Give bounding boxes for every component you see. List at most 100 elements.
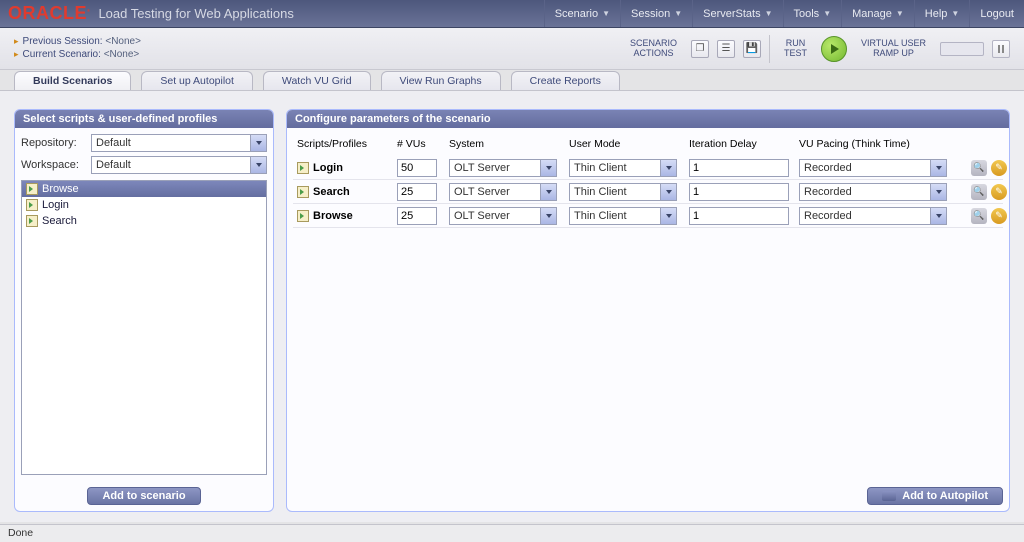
- row-name: Search: [313, 186, 350, 198]
- chevron-down-icon: [930, 208, 946, 224]
- iteration-input[interactable]: [689, 183, 789, 201]
- scripts-panel: Select scripts & user-defined profiles R…: [14, 109, 274, 512]
- tab-build-scenarios[interactable]: Build Scenarios: [14, 71, 131, 90]
- pacing-select[interactable]: Recorded: [799, 183, 947, 201]
- autopilot-icon: [882, 491, 896, 501]
- col-iteration: Iteration Delay: [689, 138, 799, 150]
- session-info: ▸Previous Session: <None> ▸Current Scena…: [14, 36, 141, 62]
- script-item-browse[interactable]: Browse: [22, 181, 266, 197]
- scenario-panel-header: Configure parameters of the scenario: [287, 110, 1009, 128]
- vus-input[interactable]: [397, 183, 437, 201]
- usermode-select[interactable]: Thin Client: [569, 207, 677, 225]
- system-select[interactable]: OLT Server: [449, 207, 557, 225]
- tab-setup-autopilot[interactable]: Set up Autopilot: [141, 71, 253, 90]
- run-test-label: RUNTEST: [778, 39, 813, 59]
- script-icon: [297, 186, 309, 198]
- nav-scenario[interactable]: Scenario▼: [544, 0, 620, 27]
- tab-view-run-graphs[interactable]: View Run Graphs: [381, 71, 501, 90]
- add-to-autopilot-button[interactable]: Add to Autopilot: [867, 487, 1003, 505]
- top-bar: ORACLE® Load Testing for Web Application…: [0, 0, 1024, 28]
- scenario-actions-label: SCENARIOACTIONS: [624, 39, 683, 59]
- previous-session-label: Previous Session:: [23, 36, 103, 47]
- vus-input[interactable]: [397, 159, 437, 177]
- script-list[interactable]: Browse Login Search: [21, 180, 267, 475]
- pause-button[interactable]: [992, 40, 1010, 58]
- chevron-down-icon: [540, 184, 556, 200]
- scripts-panel-header: Select scripts & user-defined profiles: [15, 110, 273, 128]
- nav-tools[interactable]: Tools▼: [783, 0, 842, 27]
- edit-row-icon[interactable]: ✎: [991, 160, 1007, 176]
- chevron-down-icon: [660, 160, 676, 176]
- iteration-input[interactable]: [689, 207, 789, 225]
- status-bar: Done: [0, 524, 1024, 542]
- col-system: System: [449, 138, 569, 150]
- status-text: Done: [8, 527, 33, 539]
- script-icon: [26, 215, 38, 227]
- repository-label: Repository:: [21, 137, 91, 149]
- nav-help[interactable]: Help▼: [914, 0, 970, 27]
- workspace-select[interactable]: Default: [91, 156, 267, 174]
- usermode-select[interactable]: Thin Client: [569, 183, 677, 201]
- iteration-input[interactable]: [689, 159, 789, 177]
- script-icon: [26, 183, 38, 195]
- nav-manage[interactable]: Manage▼: [841, 0, 914, 27]
- row-name: Login: [313, 162, 343, 174]
- repository-select[interactable]: Default: [91, 134, 267, 152]
- chevron-down-icon: [250, 157, 266, 173]
- new-scenario-icon[interactable]: ❐: [691, 40, 709, 58]
- current-scenario-label: Current Scenario:: [23, 49, 101, 60]
- script-icon: [297, 210, 309, 222]
- app-title: Load Testing for Web Applications: [98, 6, 293, 21]
- chevron-down-icon: [930, 160, 946, 176]
- col-usermode: User Mode: [569, 138, 689, 150]
- usermode-select[interactable]: Thin Client: [569, 159, 677, 177]
- caret-icon: ▸: [14, 36, 19, 46]
- view-row-icon[interactable]: 🔍: [971, 184, 987, 200]
- chevron-down-icon: [660, 184, 676, 200]
- vu-rampup-label: VIRTUAL USERRAMP UP: [855, 39, 932, 59]
- content-area: Select scripts & user-defined profiles R…: [0, 90, 1024, 522]
- nav-logout[interactable]: Logout: [969, 0, 1024, 27]
- nav-serverstats[interactable]: ServerStats▼: [692, 0, 782, 27]
- workspace-label: Workspace:: [21, 159, 91, 171]
- edit-row-icon[interactable]: ✎: [991, 208, 1007, 224]
- nav-session[interactable]: Session▼: [620, 0, 692, 27]
- pacing-select[interactable]: Recorded: [799, 159, 947, 177]
- chevron-down-icon: [250, 135, 266, 151]
- chevron-down-icon: ▼: [602, 9, 610, 18]
- add-to-scenario-button[interactable]: Add to scenario: [87, 487, 200, 505]
- chevron-down-icon: [930, 184, 946, 200]
- caret-icon: ▸: [14, 49, 19, 59]
- brand-logo: ORACLE®: [8, 3, 90, 24]
- open-scenario-icon[interactable]: ☰: [717, 40, 735, 58]
- system-select[interactable]: OLT Server: [449, 183, 557, 201]
- run-test-button[interactable]: [821, 36, 847, 62]
- chevron-down-icon: ▼: [765, 9, 773, 18]
- view-row-icon[interactable]: 🔍: [971, 208, 987, 224]
- tab-create-reports[interactable]: Create Reports: [511, 71, 620, 90]
- edit-row-icon[interactable]: ✎: [991, 184, 1007, 200]
- tab-watch-vu-grid[interactable]: Watch VU Grid: [263, 71, 371, 90]
- chevron-down-icon: ▼: [823, 9, 831, 18]
- chevron-down-icon: ▼: [951, 9, 959, 18]
- script-item-login[interactable]: Login: [22, 197, 266, 213]
- chevron-down-icon: [540, 208, 556, 224]
- system-select[interactable]: OLT Server: [449, 159, 557, 177]
- save-scenario-icon[interactable]: 💾: [743, 40, 761, 58]
- col-scripts: Scripts/Profiles: [297, 138, 397, 150]
- scenario-row: Login OLT Server Thin Client Recorded 🔍 …: [293, 156, 1003, 180]
- script-item-search[interactable]: Search: [22, 213, 266, 229]
- chevron-down-icon: ▼: [674, 9, 682, 18]
- col-pacing: VU Pacing (Think Time): [799, 138, 959, 150]
- scenario-table-header: Scripts/Profiles # VUs System User Mode …: [293, 134, 1003, 156]
- chevron-down-icon: [660, 208, 676, 224]
- info-bar: ▸Previous Session: <None> ▸Current Scena…: [0, 28, 1024, 70]
- vus-input[interactable]: [397, 207, 437, 225]
- view-row-icon[interactable]: 🔍: [971, 160, 987, 176]
- script-icon: [297, 162, 309, 174]
- rampup-slider[interactable]: [940, 42, 984, 56]
- scenario-row: Search OLT Server Thin Client Recorded 🔍…: [293, 180, 1003, 204]
- chevron-down-icon: ▼: [896, 9, 904, 18]
- scenario-panel: Configure parameters of the scenario Scr…: [286, 109, 1010, 512]
- pacing-select[interactable]: Recorded: [799, 207, 947, 225]
